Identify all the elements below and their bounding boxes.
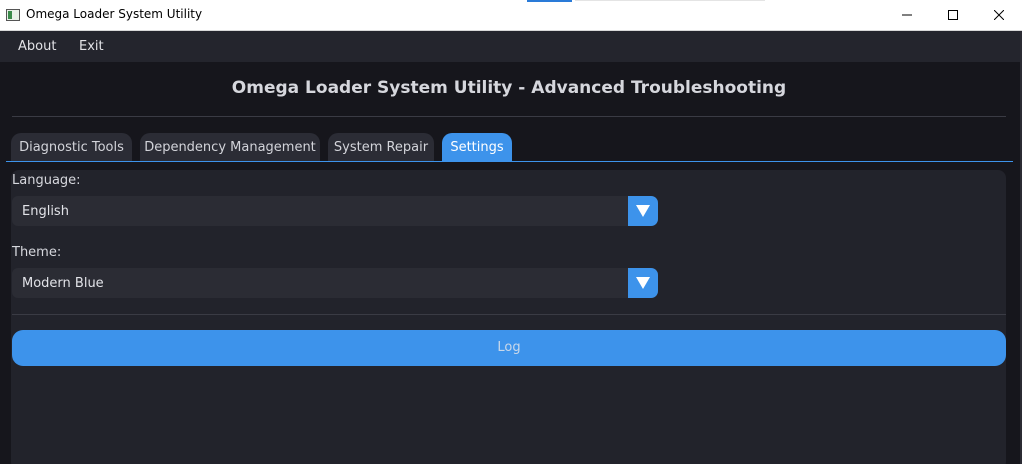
maximize-button[interactable] bbox=[930, 0, 976, 30]
app-icon bbox=[6, 9, 20, 21]
minimize-icon bbox=[902, 14, 912, 16]
tab-diagnostic-tools[interactable]: Diagnostic Tools bbox=[11, 133, 132, 161]
tab-bar-underline bbox=[6, 161, 1013, 162]
theme-select[interactable]: Modern Blue bbox=[12, 268, 658, 298]
close-button[interactable] bbox=[976, 0, 1022, 30]
theme-label: Theme: bbox=[12, 245, 62, 260]
window-title: Omega Loader System Utility bbox=[26, 7, 203, 21]
maximize-icon bbox=[948, 10, 958, 20]
header-divider bbox=[12, 116, 1006, 117]
page-title: Omega Loader System Utility - Advanced T… bbox=[231, 78, 787, 98]
close-icon bbox=[994, 10, 1004, 20]
tab-system-repair[interactable]: System Repair bbox=[328, 133, 434, 161]
title-bar-accent bbox=[527, 0, 572, 2]
chevron-down-icon bbox=[636, 205, 650, 217]
panel-divider bbox=[12, 314, 1006, 315]
theme-dropdown-button[interactable] bbox=[628, 268, 658, 298]
chevron-down-icon bbox=[636, 277, 650, 289]
log-button[interactable]: Log bbox=[12, 330, 1006, 366]
language-select[interactable]: English bbox=[12, 196, 658, 226]
tab-dependency-management[interactable]: Dependency Management bbox=[140, 133, 320, 161]
tab-settings[interactable]: Settings bbox=[442, 133, 512, 161]
minimize-button[interactable] bbox=[884, 0, 930, 30]
language-select-value: English bbox=[22, 204, 69, 219]
title-bar-highlight bbox=[575, 0, 765, 1]
language-dropdown-button[interactable] bbox=[628, 196, 658, 226]
app-window: Omega Loader System Utility About Exit O… bbox=[0, 0, 1022, 464]
title-bar[interactable]: Omega Loader System Utility bbox=[0, 0, 1022, 31]
language-label: Language: bbox=[12, 173, 81, 188]
theme-select-value: Modern Blue bbox=[22, 276, 104, 291]
menu-bar: About Exit bbox=[0, 31, 1022, 62]
menu-item-about[interactable]: About bbox=[18, 39, 56, 54]
menu-item-exit[interactable]: Exit bbox=[79, 39, 104, 54]
